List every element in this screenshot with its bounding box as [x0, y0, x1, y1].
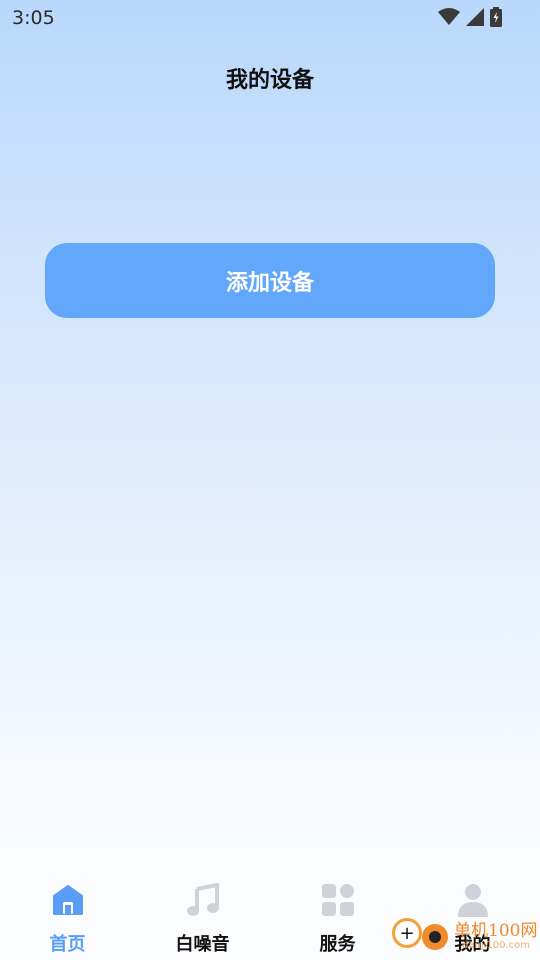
tab-services-label: 服务 — [319, 934, 356, 955]
plus-icon: + — [392, 918, 422, 948]
wifi-icon — [438, 8, 460, 25]
add-device-button[interactable]: 添加设备 — [45, 243, 495, 318]
tab-home-label: 首页 — [49, 934, 86, 955]
status-icons — [438, 7, 502, 27]
music-note-icon — [186, 882, 220, 918]
status-time: 3:05 — [12, 7, 55, 29]
watermark-logo: + 单机100网 danji100.com — [392, 916, 540, 960]
user-icon — [456, 882, 490, 918]
watermark-brand: 单机100网 — [454, 921, 538, 941]
home-icon — [51, 882, 85, 918]
battery-icon — [490, 7, 502, 27]
watermark-url: danji100.com — [462, 940, 530, 951]
page-title: 我的设备 — [225, 68, 314, 93]
grid-icon — [321, 882, 355, 918]
tab-white-noise[interactable]: 白噪音 — [135, 864, 270, 960]
tab-home[interactable]: 首页 — [0, 864, 135, 960]
watermark-circle-icon — [422, 924, 448, 950]
status-bar: 3:05 — [0, 0, 540, 36]
signal-icon — [466, 8, 484, 26]
tab-services[interactable]: 服务 — [270, 864, 405, 960]
tab-white-noise-label: 白噪音 — [175, 934, 230, 955]
